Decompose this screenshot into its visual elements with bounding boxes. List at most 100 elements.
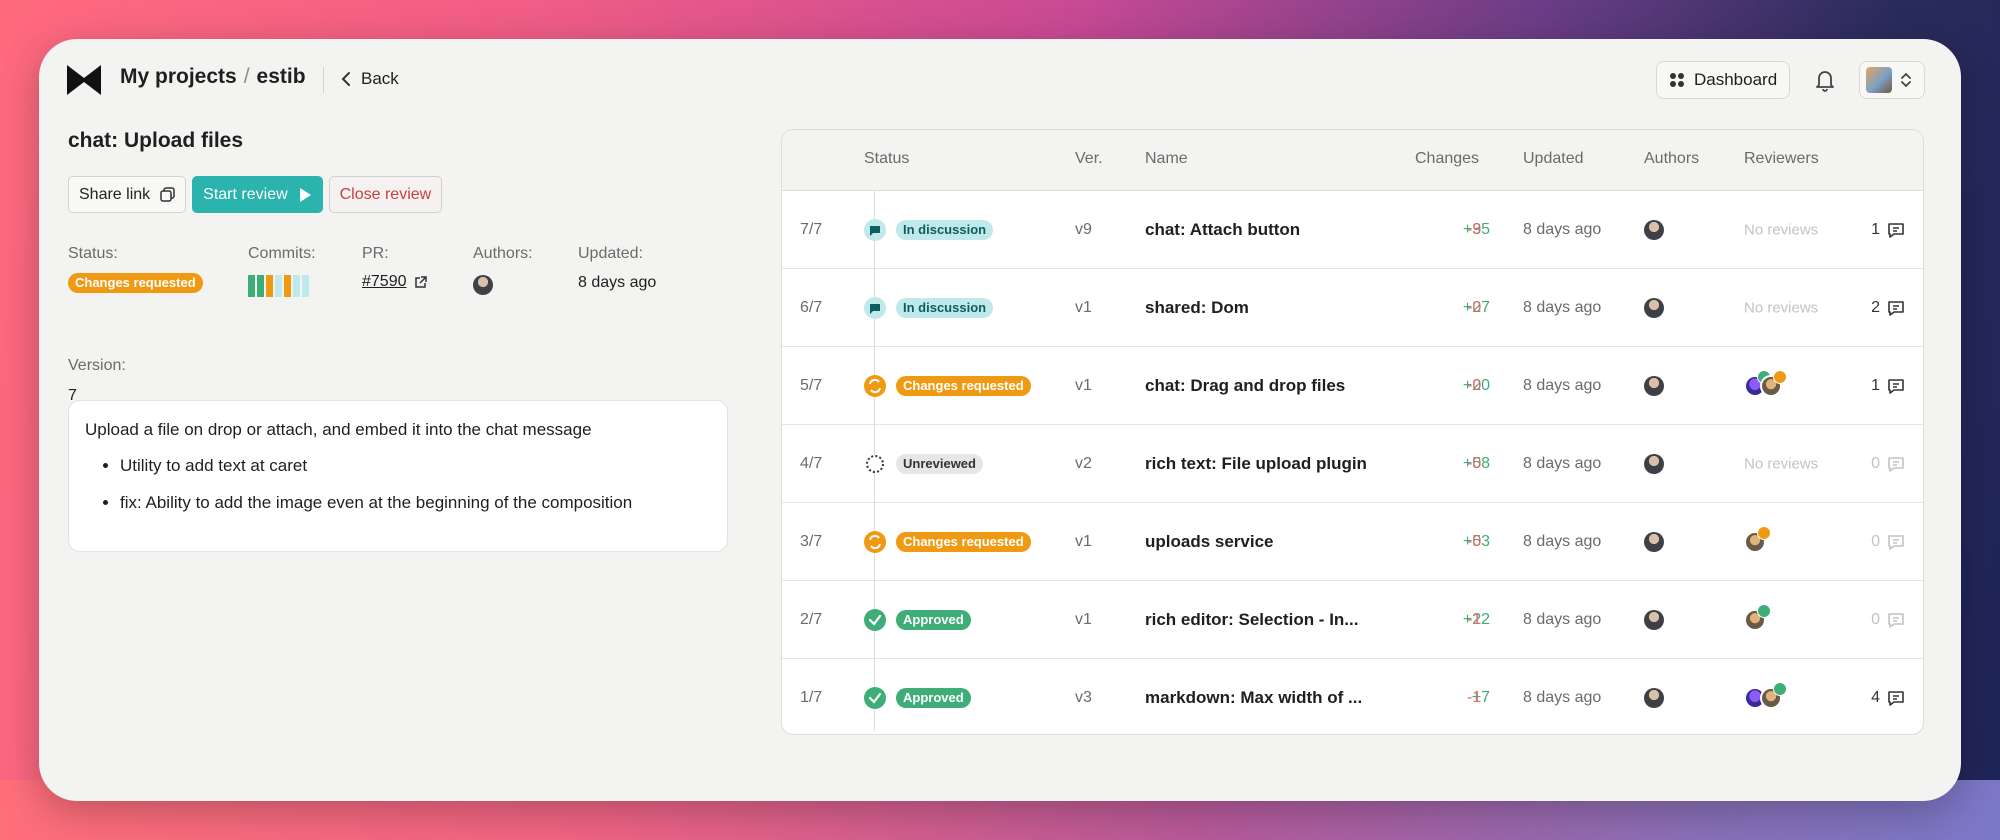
- table-row[interactable]: 2/7 Approved v1 rich editor: Selection - In…: [782, 581, 1923, 659]
- close-review-button[interactable]: Close review: [328, 176, 443, 213]
- comment-count-value: 0: [1871, 532, 1880, 550]
- table-row[interactable]: 1/7 Approved v3 markdown: Max width of ... +…: [782, 659, 1923, 734]
- row-version: v9: [1075, 220, 1092, 238]
- commit-segment: [293, 275, 300, 297]
- changes-badge: [1773, 369, 1787, 384]
- row-name[interactable]: rich editor: Selection - In...: [1145, 610, 1358, 630]
- reviewer-avatars[interactable]: [1744, 525, 1771, 553]
- row-name[interactable]: chat: Attach button: [1145, 220, 1300, 240]
- comment-icon: [1888, 300, 1904, 316]
- status-badge: Approved: [896, 609, 971, 630]
- author-avatar[interactable]: [1644, 688, 1664, 708]
- authors-label: Authors:: [473, 245, 533, 262]
- commit-segment: [266, 275, 273, 297]
- approved-icon: [864, 687, 886, 709]
- reviewer-avatars[interactable]: [1744, 369, 1787, 397]
- status-badge: Changes requested: [896, 531, 1031, 552]
- row-name[interactable]: chat: Drag and drop files: [1145, 376, 1345, 396]
- header-reviewers: Reviewers: [1744, 150, 1819, 167]
- row-updated: 8 days ago: [1523, 298, 1602, 316]
- comment-icon: [1888, 378, 1904, 394]
- author-avatar[interactable]: [473, 275, 493, 295]
- pr-link[interactable]: #7590: [362, 273, 407, 291]
- row-index: 4/7: [800, 454, 823, 472]
- row-name[interactable]: rich text: File upload plugin: [1145, 454, 1367, 474]
- table-row[interactable]: 7/7 In discussion v9 chat: Attach button +35…: [782, 191, 1923, 269]
- commit-segment: [248, 275, 255, 297]
- back-button[interactable]: Back: [341, 69, 399, 89]
- action-buttons: Share link Start review Close review: [68, 176, 443, 213]
- table-row[interactable]: 3/7 Changes requested v1 uploads service +53…: [782, 503, 1923, 581]
- comment-icon: [1888, 534, 1904, 550]
- share-link-button[interactable]: Share link: [68, 176, 187, 213]
- reviewer-avatars[interactable]: [1744, 603, 1771, 631]
- deletions: -1: [1467, 689, 1482, 706]
- description-list: Utility to add text at caret fix: Abilit…: [85, 455, 711, 514]
- author-avatar[interactable]: [1644, 219, 1664, 240]
- header-changes: Changes: [1415, 150, 1480, 167]
- unreviewed-icon: [864, 453, 886, 475]
- comments-count[interactable]: 2: [1871, 299, 1905, 317]
- comment-count-value: 1: [1871, 376, 1880, 394]
- author-avatar[interactable]: [1644, 531, 1664, 552]
- account-switcher[interactable]: [1859, 61, 1925, 99]
- description-card: Upload a file on drop or attach, and emb…: [68, 400, 728, 552]
- comments-count[interactable]: 4: [1871, 689, 1905, 707]
- row-index: 6/7: [800, 298, 823, 316]
- table-row[interactable]: 6/7 In discussion v1 shared: Dom +27 -0 8 days…: [782, 269, 1923, 347]
- comment-icon: [1888, 456, 1904, 472]
- pr-label: PR:: [362, 245, 389, 262]
- row-updated: 8 days ago: [1523, 376, 1602, 394]
- start-review-button[interactable]: Start review: [192, 176, 323, 213]
- table-row[interactable]: 5/7 Changes requested v1 chat: Drag and dro…: [782, 347, 1923, 425]
- breadcrumb-root[interactable]: My projects: [120, 65, 237, 89]
- row-version: v1: [1075, 532, 1092, 550]
- row-name[interactable]: uploads service: [1145, 532, 1274, 552]
- author-avatar[interactable]: [1644, 609, 1664, 630]
- reviewer-avatar: [1760, 369, 1787, 397]
- commits-bar: [248, 275, 309, 297]
- row-name[interactable]: shared: Dom: [1145, 298, 1249, 318]
- play-icon: [299, 187, 311, 202]
- comment-icon: [1888, 691, 1904, 706]
- row-name[interactable]: markdown: Max width of ...: [1145, 688, 1362, 708]
- dashboard-label: Dashboard: [1694, 70, 1778, 89]
- breadcrumb-separator: /: [243, 65, 250, 88]
- dashboard-button[interactable]: Dashboard: [1656, 61, 1790, 99]
- changes-requested-icon: [864, 374, 886, 397]
- comments-count[interactable]: 0: [1871, 611, 1905, 629]
- deletions: -0: [1467, 454, 1482, 472]
- commit-segment: [284, 275, 291, 297]
- comments-count[interactable]: 1: [1871, 377, 1905, 395]
- deletions: -9: [1467, 220, 1482, 238]
- row-updated: 8 days ago: [1523, 220, 1602, 238]
- comments-count[interactable]: 0: [1871, 455, 1905, 473]
- status-badge: In discussion: [896, 219, 994, 240]
- commits-table: Status Ver. Name Changes Updated Authors…: [781, 129, 1924, 735]
- author-avatar[interactable]: [1644, 453, 1664, 474]
- row-index: 3/7: [800, 532, 823, 550]
- reviewer-avatars[interactable]: [1744, 682, 1787, 709]
- row-index: 2/7: [800, 610, 823, 628]
- table-row[interactable]: 4/7 Unreviewed v2 rich text: File upload pl…: [782, 425, 1923, 503]
- header-status: Status: [864, 150, 910, 167]
- header-name: Name: [1145, 150, 1188, 167]
- breadcrumb-project[interactable]: estib: [257, 65, 306, 89]
- external-link-icon[interactable]: [414, 275, 427, 289]
- comments-count[interactable]: 0: [1871, 533, 1905, 551]
- bell-icon[interactable]: [1811, 66, 1839, 94]
- approved-icon: [864, 608, 886, 631]
- comment-icon: [1888, 222, 1904, 238]
- header-authors: Authors: [1644, 150, 1700, 167]
- chevron-left-icon: [341, 72, 350, 86]
- description-bullet: fix: Ability to add the image even at th…: [120, 492, 711, 514]
- commit-segment: [302, 275, 309, 297]
- comments-count[interactable]: 1: [1871, 221, 1905, 239]
- description-text: Upload a file on drop or attach, and emb…: [85, 420, 592, 439]
- updated-value: 8 days ago: [578, 274, 657, 291]
- no-reviews-text: No reviews: [1744, 299, 1819, 316]
- start-review-label: Start review: [203, 185, 288, 203]
- author-avatar[interactable]: [1644, 375, 1664, 396]
- author-avatar[interactable]: [1644, 297, 1664, 318]
- comment-count-value: 1: [1871, 220, 1880, 238]
